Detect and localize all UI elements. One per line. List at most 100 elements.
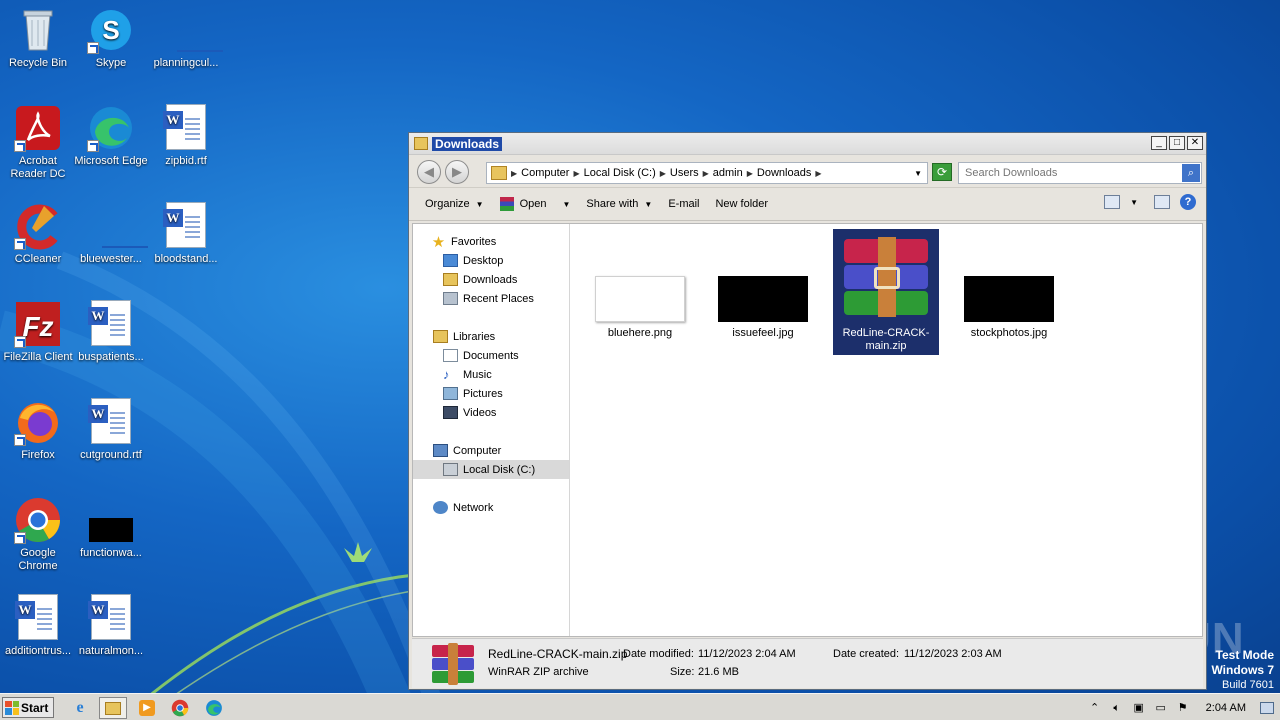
- nav-item-computer[interactable]: Computer: [433, 441, 501, 460]
- file-item[interactable]: stockphotos.jpg: [956, 276, 1062, 340]
- chevron-down-icon[interactable]: ▼: [1130, 198, 1138, 207]
- file-item[interactable]: bluehere.png: [587, 276, 693, 340]
- navigation-pane: ★ Favorites Desktop Downloads Recent Plac…: [413, 224, 570, 636]
- desktop-icon-label: cutground.rtf: [80, 449, 142, 461]
- breadcrumb-downloads[interactable]: Downloads: [757, 167, 811, 179]
- nav-item-downloads[interactable]: Downloads: [443, 270, 517, 289]
- taskbar-chrome[interactable]: [166, 697, 194, 719]
- nav-label: Network: [453, 501, 494, 514]
- organize-button[interactable]: Organize ▼: [417, 192, 492, 216]
- taskbar-edge[interactable]: [200, 697, 228, 719]
- desktop-icon-bluewester[interactable]: bluewester...: [73, 202, 149, 266]
- desktop-icon-label: Google Chrome: [18, 547, 58, 572]
- open-button[interactable]: Open ▼: [492, 192, 579, 216]
- title-bar[interactable]: Downloads _ □ ✕: [409, 133, 1206, 155]
- desktop-icon-label: Firefox: [21, 449, 55, 461]
- recycle-bin-icon: [14, 6, 62, 54]
- desktop-icon-naturalmon[interactable]: naturalmon...: [73, 594, 149, 658]
- chevron-right-icon[interactable]: ▶: [660, 169, 666, 178]
- desktop-icon-chrome[interactable]: Google Chrome: [0, 496, 76, 573]
- maximize-button[interactable]: □: [1169, 136, 1185, 150]
- taskbar-media-player[interactable]: ▶: [133, 697, 161, 719]
- shortcut-arrow-icon: [14, 238, 26, 250]
- chevron-down-icon[interactable]: ▼: [914, 169, 922, 178]
- back-button[interactable]: ◀: [417, 160, 441, 184]
- start-button[interactable]: Start: [2, 697, 54, 718]
- videos-icon: [443, 406, 458, 419]
- desktop-icon-filezilla[interactable]: Fz FileZilla Client: [0, 300, 76, 364]
- breadcrumb-admin[interactable]: admin: [713, 167, 743, 179]
- open-label: Open: [519, 198, 547, 210]
- desktop-icon-ccleaner[interactable]: CCleaner: [0, 202, 76, 266]
- desktop-icon-cutground[interactable]: cutground.rtf: [73, 398, 149, 462]
- nav-item-local-disk[interactable]: Local Disk (C:): [413, 460, 569, 479]
- nav-item-libraries[interactable]: Libraries: [433, 327, 495, 346]
- show-desktop-button[interactable]: [1260, 701, 1274, 714]
- taskbar-explorer[interactable]: [99, 697, 127, 719]
- desktop-icon-edge[interactable]: Microsoft Edge: [73, 104, 149, 168]
- nav-item-documents[interactable]: Documents: [443, 346, 519, 365]
- close-button[interactable]: ✕: [1187, 136, 1203, 150]
- chevron-right-icon[interactable]: ▶: [747, 169, 753, 178]
- desktop-icon-recycle-bin[interactable]: Recycle Bin: [0, 6, 76, 70]
- search-box[interactable]: ⌕: [958, 162, 1202, 184]
- show-hidden-icons-icon[interactable]: ⌃: [1088, 702, 1102, 714]
- power-icon[interactable]: ▭: [1154, 702, 1168, 714]
- nav-label: Downloads: [463, 273, 518, 286]
- desktop-icon-zipbid[interactable]: zipbid.rtf: [148, 104, 224, 168]
- nav-item-desktop[interactable]: Desktop: [443, 251, 503, 270]
- documents-icon: [443, 349, 458, 362]
- preview-pane-icon[interactable]: [1154, 195, 1170, 209]
- desktop-icon-functionwa[interactable]: functionwa...: [73, 496, 149, 560]
- nav-item-music[interactable]: ♪ Music: [443, 365, 492, 384]
- window-controls: _ □ ✕: [1151, 136, 1203, 150]
- nav-item-videos[interactable]: Videos: [443, 403, 496, 422]
- clock[interactable]: 2:04 AM: [1206, 702, 1246, 714]
- desktop-icon-firefox[interactable]: Firefox: [0, 398, 76, 462]
- address-bar[interactable]: ▶ Computer ▶ Local Disk (C:) ▶ Users ▶ a…: [486, 162, 928, 184]
- chevron-right-icon[interactable]: ▶: [703, 169, 709, 178]
- new-folder-button[interactable]: New folder: [707, 192, 776, 216]
- taskbar-internet-explorer[interactable]: e: [66, 697, 94, 719]
- desktop-icon-label: Microsoft Edge: [74, 155, 148, 167]
- nav-item-network[interactable]: Network: [433, 498, 493, 517]
- search-input[interactable]: [959, 163, 1177, 183]
- email-button[interactable]: E-mail: [660, 192, 707, 216]
- file-item[interactable]: issuefeel.jpg: [710, 276, 816, 340]
- nav-item-pictures[interactable]: Pictures: [443, 384, 503, 403]
- nav-label: Documents: [463, 349, 519, 362]
- share-with-button[interactable]: Share with ▼: [578, 192, 660, 216]
- chevron-right-icon[interactable]: ▶: [815, 169, 821, 178]
- forward-button[interactable]: ▶: [445, 160, 469, 184]
- network-icon[interactable]: ▣: [1132, 702, 1146, 714]
- breadcrumb-computer[interactable]: Computer: [521, 167, 569, 179]
- word-document-icon: [162, 202, 210, 250]
- minimize-button[interactable]: _: [1151, 136, 1167, 150]
- word-document-icon: [14, 594, 62, 642]
- desktop-icon-bloodstand[interactable]: bloodstand...: [148, 202, 224, 266]
- file-item-selected[interactable]: RedLine-CRACK-main.zip: [833, 229, 939, 355]
- volume-icon[interactable]: 🔈︎: [1110, 702, 1124, 714]
- image-thumbnail: [595, 276, 685, 322]
- chevron-right-icon[interactable]: ▶: [573, 169, 579, 178]
- nav-label: Videos: [463, 406, 497, 419]
- desktop-icon-buspatients[interactable]: buspatients...: [73, 300, 149, 364]
- change-view-icon[interactable]: [1104, 195, 1121, 209]
- breadcrumb-users[interactable]: Users: [670, 167, 699, 179]
- desktop-icon-planningcul[interactable]: planningcul...: [148, 6, 224, 70]
- explorer-window[interactable]: Downloads _ □ ✕ ◀ ▶ ▶ Computer ▶ Local D…: [408, 132, 1207, 690]
- breadcrumb-local-disk[interactable]: Local Disk (C:): [584, 167, 656, 179]
- desktop-icon-label: Recycle Bin: [8, 57, 68, 69]
- nav-item-favorites[interactable]: ★ Favorites: [431, 232, 496, 251]
- file-name: RedLine-CRACK-main.zip: [842, 327, 930, 352]
- desktop-icon-label: functionwa...: [80, 547, 142, 559]
- desktop-icon-acrobat[interactable]: Acrobat Reader DC: [0, 104, 76, 181]
- refresh-button[interactable]: ⟳: [932, 163, 952, 181]
- help-icon[interactable]: ?: [1180, 194, 1196, 210]
- search-icon[interactable]: ⌕: [1182, 164, 1200, 182]
- nav-item-recent-places[interactable]: Recent Places: [443, 289, 534, 308]
- desktop-icon-additiontrus[interactable]: additiontrus...: [0, 594, 76, 658]
- acrobat-icon: [14, 104, 62, 152]
- desktop-icon-skype[interactable]: S Skype: [73, 6, 149, 70]
- action-center-flag-icon[interactable]: ⚑: [1176, 702, 1190, 714]
